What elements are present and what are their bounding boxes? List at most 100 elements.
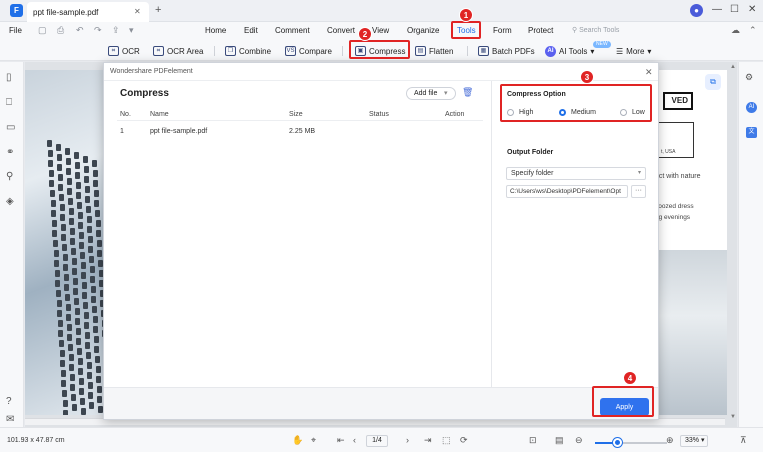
facade-window [71,258,77,265]
search-tools-label: Search Tools [579,27,620,34]
hand-tool-icon[interactable]: ✋ [292,435,303,446]
menu-home[interactable]: Home [205,26,226,35]
output-folder-select[interactable]: Specify folder [506,167,646,180]
fit-page-icon[interactable]: ⬚ [442,435,451,446]
facade-window [60,224,66,231]
close-tab-icon[interactable]: ✕ [134,7,141,16]
facade-window [84,186,90,193]
search-tools-input[interactable]: ⚲ Search Tools [572,26,619,34]
page-number-field[interactable]: 1/4 [366,435,388,447]
row-no: 1 [120,128,124,135]
menu-organize[interactable]: Organize [407,26,439,35]
ocr-icon: ⌗ [108,46,119,56]
facade-window [93,190,99,197]
select-tool-icon[interactable]: ⌖ [311,435,316,446]
scroll-up-icon[interactable]: ▲ [730,64,736,70]
output-path-field[interactable]: C:\Users\ws\Desktop\PDFelement\Opt [506,185,628,198]
menu-protect[interactable]: Protect [528,26,553,35]
facade-window [90,286,96,293]
facade-window [65,294,70,301]
maximize-icon[interactable]: ☐ [730,4,739,15]
menu-form[interactable]: Form [493,26,512,35]
zoom-out-icon[interactable]: ⊖ [575,435,583,446]
browse-folder-button[interactable]: ··· [631,185,646,198]
facade-window [53,250,59,257]
ocr-button[interactable]: ⌗ OCR [108,44,140,58]
facade-window [92,316,98,323]
facade-window [78,232,84,239]
feedback-icon[interactable]: ✉ [6,414,14,425]
facade-window [88,392,94,399]
facade-window [84,176,90,183]
scroll-down-icon[interactable]: ▼ [730,414,736,420]
reading-mode-icon[interactable]: ▤ [555,435,564,446]
view-mode-icon[interactable]: ⊡ [529,435,537,446]
page-thumbnail-icon[interactable]: ▯ [6,72,12,83]
add-file-dropdown-icon[interactable]: ▾ [444,89,448,97]
attachment-icon[interactable]: ⚭ [6,147,14,158]
close-window-icon[interactable]: ✕ [748,4,756,15]
facade-window [95,220,101,227]
help-icon[interactable]: ? [6,396,12,407]
ocr-area-button[interactable]: ⌗ OCR Area [153,44,203,58]
new-tab-icon[interactable]: + [155,4,161,16]
zoom-level-select[interactable]: 33% ▾ [680,435,708,447]
translate-icon[interactable]: 文 [746,127,757,138]
menu-comment[interactable]: Comment [275,26,310,35]
undo-icon[interactable]: ↶ [76,25,84,36]
redo-icon[interactable]: ↷ [94,25,102,36]
document-tab[interactable]: ppt file-sample.pdf ✕ [27,2,149,22]
combine-button[interactable]: ❐ Combine [225,44,271,58]
page-total: /4 [376,437,382,444]
batch-pdfs-label: Batch PDFs [492,46,535,56]
clear-list-trash-icon[interactable]: 🗑 [462,87,473,98]
menu-edit[interactable]: Edit [244,26,258,35]
properties-icon[interactable]: ⚙ [745,72,753,83]
facade-window [60,370,66,377]
compare-button[interactable]: VS Compare [285,44,332,58]
account-avatar-icon[interactable]: ● [690,4,703,17]
previous-page-icon[interactable]: ‹ [353,435,356,445]
share-icon[interactable]: ⇪ [112,25,120,36]
add-file-button[interactable]: Add file [406,87,456,100]
quick-access-dropdown-icon[interactable]: ▾ [129,25,134,36]
search-icon[interactable]: ⚲ [6,171,13,182]
bookmark-icon[interactable]: ⎕ [6,97,12,108]
zoom-in-icon[interactable]: ⊕ [666,435,674,446]
more-button[interactable]: ☰ More ▾ [616,44,651,58]
file-list-panel: Compress Add file ▾ 🗑 No. Name Size Stat… [104,81,491,387]
facade-window [88,246,94,253]
flatten-button[interactable]: ▤ Flatten [415,44,453,58]
ai-assistant-icon[interactable]: AI [746,102,757,113]
next-page-icon[interactable]: › [406,435,409,445]
first-page-icon[interactable]: ⇤ [337,435,345,446]
ai-tools-button[interactable]: AI AI Tools ▾ [545,44,594,58]
facade-window [89,256,94,263]
menu-convert[interactable]: Convert [327,26,355,35]
minimize-icon[interactable]: — [712,4,722,15]
batch-pdfs-button[interactable]: ▦ Batch PDFs [478,44,535,58]
last-page-icon[interactable]: ⇥ [424,435,432,446]
chevron-down-icon[interactable]: ▾ [638,169,641,176]
close-dialog-icon[interactable]: ✕ [645,67,653,78]
facade-window [96,240,102,247]
dialog-window-title: Wondershare PDFelement [110,68,193,75]
facade-window [67,334,73,341]
facade-window [81,272,87,279]
collapse-icon[interactable]: ⊼ [740,435,747,446]
menu-file[interactable]: File [9,26,22,35]
facade-window [83,166,89,173]
upload-cloud-icon[interactable]: ☁ [731,25,740,36]
right-sidebar: ⚙ AI 文 [738,62,763,427]
menu-view[interactable]: View [372,26,389,35]
print-icon[interactable]: ⎙ [57,25,64,36]
expand-icon[interactable]: ⌃ [749,25,757,36]
floating-compare-icon[interactable]: ⧉ [705,74,721,90]
zoom-slider-handle[interactable] [612,438,622,447]
rotate-icon[interactable]: ⟳ [460,435,468,446]
layers-icon[interactable]: ◈ [6,196,14,207]
save-icon[interactable]: ▢ [38,25,47,36]
facade-window [69,364,75,371]
flatten-label: Flatten [429,46,454,56]
comment-icon[interactable]: ▭ [6,122,15,133]
